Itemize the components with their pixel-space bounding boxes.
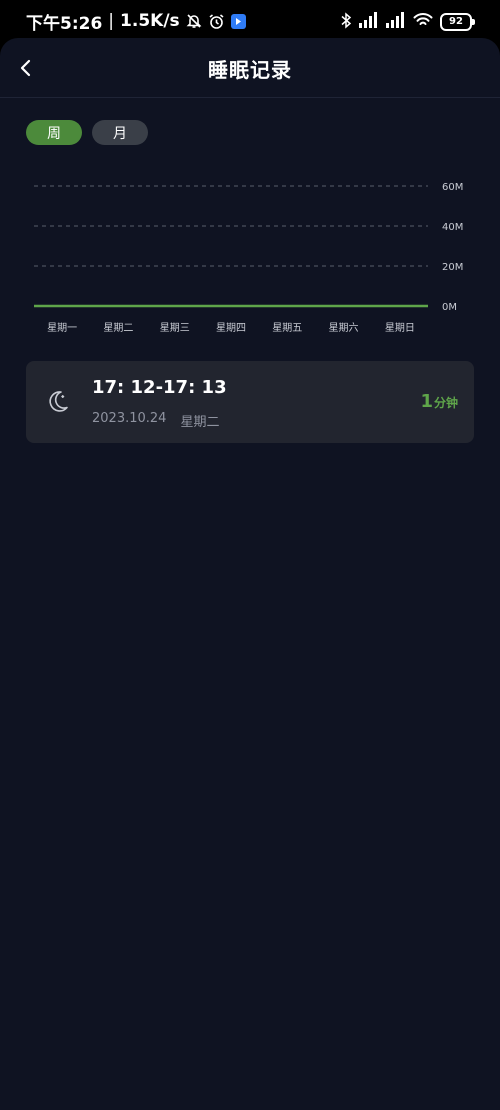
duration-unit: 分钟: [433, 396, 458, 410]
x-tick-label: 星期五: [272, 322, 302, 334]
sleep-chart: 60M 40M 20M 0M 星期一 星期二 星期三 星期四 星期五 星期六 星期日: [34, 182, 463, 334]
sleep-record-card[interactable]: 17: 12-17: 13 2023.10.24 星期二 1 分钟: [26, 361, 474, 443]
period-tabs: 周 月: [26, 120, 148, 145]
y-tick-label: 20M: [442, 262, 463, 273]
record-date: 2023.10.24: [92, 411, 167, 426]
y-tick-label: 60M: [442, 182, 463, 193]
mute-bell-icon: [186, 13, 202, 29]
status-right: 92: [340, 11, 475, 33]
header: 睡眠记录: [0, 38, 500, 98]
duration-value: 1: [420, 391, 433, 412]
battery-level: 92: [449, 16, 463, 27]
signal-icon: [386, 12, 406, 32]
x-tick-label: 星期六: [329, 322, 359, 334]
x-tick-label: 星期三: [160, 322, 190, 334]
app-notification-icon: [230, 13, 246, 29]
tab-month[interactable]: 月: [92, 120, 148, 145]
alarm-icon: [208, 13, 225, 30]
data-point: [61, 305, 63, 307]
record-weekday: 星期二: [180, 415, 220, 430]
data-point: [342, 305, 345, 307]
page-title: 睡眠记录: [208, 58, 292, 82]
x-tick-label: 星期日: [385, 322, 415, 334]
y-tick-label: 0M: [442, 302, 457, 313]
data-point: [286, 305, 289, 307]
tab-week[interactable]: 周: [26, 120, 82, 145]
x-tick-label: 星期二: [103, 322, 133, 334]
data-point: [173, 305, 176, 307]
status-left: 下午5:26 | 1.5K/s: [26, 10, 246, 34]
signal-icon: [359, 12, 379, 32]
network-speed: 1.5K/s: [120, 11, 180, 31]
data-point: [230, 305, 232, 307]
status-time: 下午5:26: [26, 13, 103, 34]
x-tick-label: 星期四: [216, 322, 246, 334]
record-duration: 1 分钟: [420, 391, 458, 412]
record-date-line: 2023.10.24 星期二: [92, 411, 219, 430]
status-separator: |: [108, 11, 115, 31]
x-tick-label: 星期一: [47, 322, 77, 334]
data-point: [117, 305, 120, 307]
y-tick-label: 40M: [442, 222, 463, 233]
record-time-range: 17: 12-17: 13: [92, 377, 227, 398]
moon-icon: [49, 391, 68, 412]
status-bar: 下午5:26 | 1.5K/s 92: [0, 0, 500, 40]
data-point: [399, 305, 401, 307]
wifi-icon: [413, 12, 433, 32]
app-screen: 睡眠记录 周 月 60M 40M 20M 0M 星期一 星期二 星期三 星期四 星期五 星期六 星期…: [0, 38, 500, 1110]
battery-icon: 92: [440, 13, 475, 31]
bluetooth-icon: [340, 11, 352, 33]
